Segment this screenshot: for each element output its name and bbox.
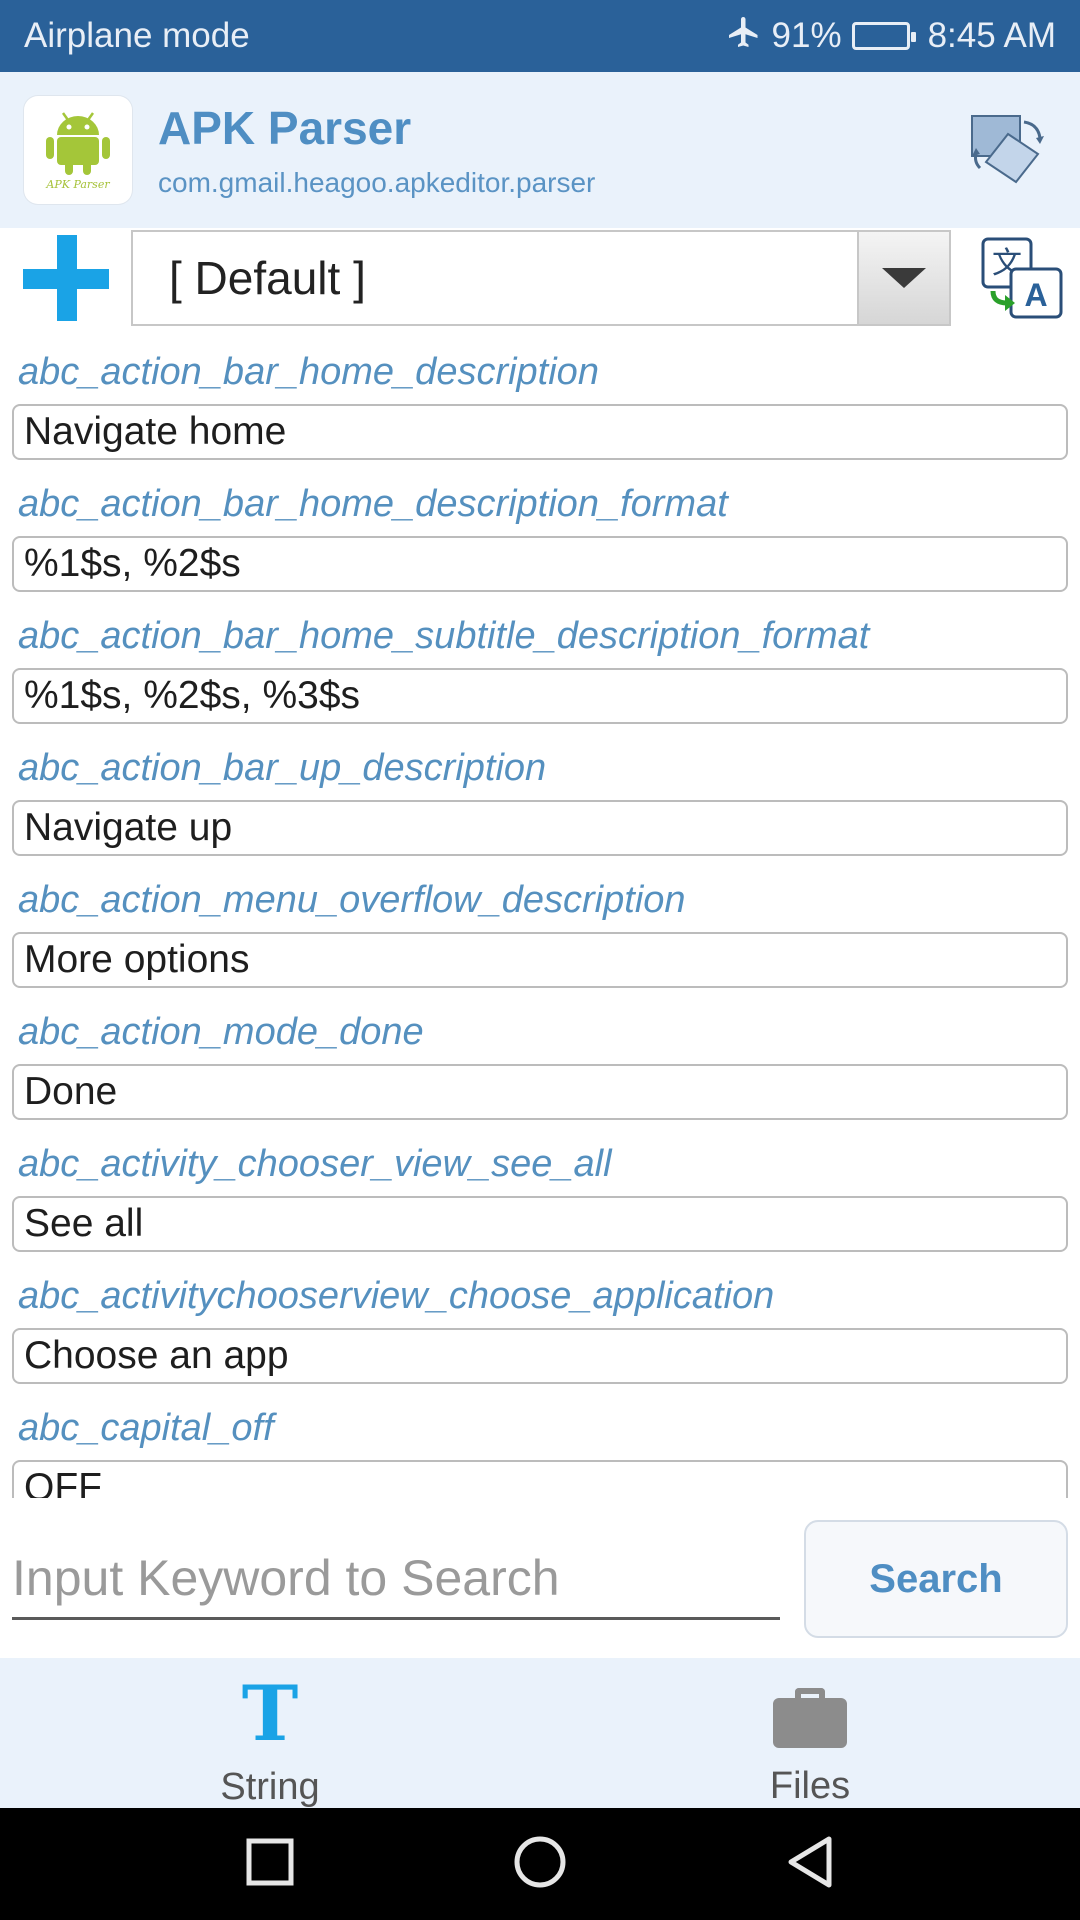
locale-value: [ Default ]: [169, 252, 366, 304]
navigation-bar: [0, 1808, 1080, 1920]
string-key: abc_action_bar_up_description: [18, 746, 547, 789]
locale-dropdown-button[interactable]: [857, 232, 949, 324]
string-value-field[interactable]: More options: [12, 932, 1068, 988]
airplane-icon: [726, 14, 762, 59]
briefcase-icon: [773, 1688, 847, 1748]
string-key: abc_action_bar_home_description: [18, 350, 599, 393]
status-time: 8:45 AM: [927, 16, 1056, 55]
string-value-field[interactable]: %1$s, %2$s: [12, 536, 1068, 592]
search-input[interactable]: [12, 1538, 780, 1620]
tab-string[interactable]: T String: [0, 1658, 540, 1809]
string-value-field[interactable]: See all: [12, 1196, 1068, 1252]
string-value-field[interactable]: Navigate up: [12, 800, 1068, 856]
home-button[interactable]: [507, 1831, 573, 1897]
tab-label: String: [220, 1766, 320, 1808]
string-item: abc_action_bar_home_description Navigate…: [0, 340, 1080, 472]
string-value-field[interactable]: Navigate home: [12, 404, 1068, 460]
string-key: abc_capital_off: [18, 1406, 274, 1449]
battery-icon: [851, 22, 916, 50]
tab-label: Files: [769, 1765, 851, 1807]
recents-button[interactable]: [237, 1831, 303, 1897]
switch-icon: [966, 108, 1050, 193]
back-button[interactable]: [777, 1831, 843, 1897]
string-key: abc_activitychooserview_choose_applicati…: [18, 1274, 775, 1317]
app-titles: APK Parser com.gmail.heagoo.apkeditor.pa…: [158, 101, 960, 199]
text-t-icon: T: [241, 1669, 299, 1758]
add-language-button[interactable]: [17, 229, 115, 327]
circle-icon: [512, 1834, 568, 1895]
chevron-down-icon: [882, 268, 926, 288]
square-icon: [245, 1837, 295, 1892]
app-title: APK Parser: [158, 102, 412, 154]
string-item: abc_action_bar_home_subtitle_description…: [0, 604, 1080, 736]
svg-text:A: A: [1024, 277, 1047, 313]
string-item: abc_action_menu_overflow_description Mor…: [0, 868, 1080, 1000]
switch-app-button[interactable]: [960, 102, 1056, 198]
app-logo: APK Parser: [24, 96, 132, 204]
logo-caption: APK Parser: [46, 178, 110, 191]
string-list[interactable]: abc_action_bar_home_description Navigate…: [0, 340, 1080, 1498]
search-button[interactable]: Search: [804, 1520, 1068, 1638]
string-key: abc_activity_chooser_view_see_all: [18, 1142, 612, 1185]
string-value-field[interactable]: %1$s, %2$s, %3$s: [12, 668, 1068, 724]
string-item: abc_action_bar_up_description Navigate u…: [0, 736, 1080, 868]
locale-select[interactable]: [ Default ]: [131, 230, 951, 326]
bottom-tabs: T String Files: [0, 1658, 1080, 1808]
string-key: abc_action_menu_overflow_description: [18, 878, 686, 921]
battery-percent: 91%: [771, 16, 842, 55]
string-item: abc_capital_off OFF: [0, 1396, 1080, 1498]
status-right: 91% 8:45 AM: [726, 14, 1056, 59]
translate-button[interactable]: 文 A: [979, 235, 1065, 321]
status-mode-text: Airplane mode: [24, 16, 250, 55]
android-icon: [43, 109, 113, 180]
string-item: abc_activity_chooser_view_see_all See al…: [0, 1132, 1080, 1264]
search-row: Search: [0, 1498, 1080, 1658]
string-key: abc_action_bar_home_subtitle_description…: [18, 614, 870, 657]
translate-icon: 文 A: [979, 237, 1065, 325]
app-package: com.gmail.heagoo.apkeditor.parser: [158, 167, 596, 198]
string-value-field[interactable]: Choose an app: [12, 1328, 1068, 1384]
string-key: abc_action_mode_done: [18, 1010, 424, 1053]
back-triangle-icon: [785, 1835, 835, 1894]
string-item: abc_activitychooserview_choose_applicati…: [0, 1264, 1080, 1396]
string-value-field[interactable]: Done: [12, 1064, 1068, 1120]
string-key: abc_action_bar_home_description_format: [18, 482, 728, 525]
app-header: APK Parser APK Parser com.gmail.heagoo.a…: [0, 72, 1080, 228]
status-bar: Airplane mode 91% 8:45 AM: [0, 0, 1080, 72]
string-item: abc_action_bar_home_description_format %…: [0, 472, 1080, 604]
toolbar: [ Default ] 文 A: [0, 228, 1080, 328]
string-value-field[interactable]: OFF: [12, 1460, 1068, 1498]
string-item: abc_action_mode_done Done: [0, 1000, 1080, 1132]
tab-files[interactable]: Files: [540, 1658, 1080, 1808]
